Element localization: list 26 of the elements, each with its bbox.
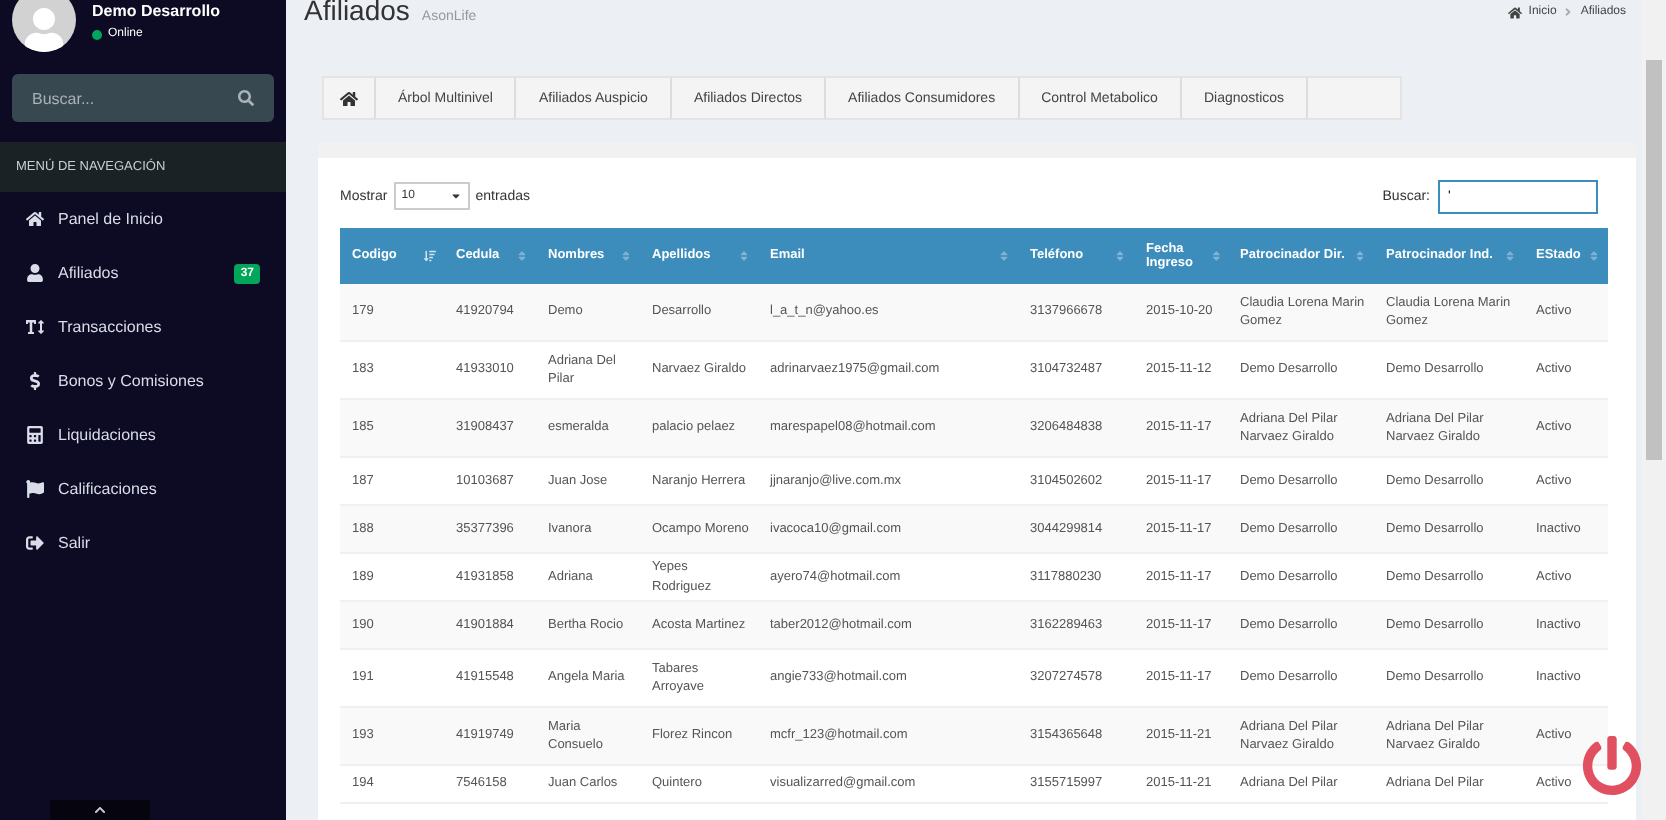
- flag-icon: [26, 480, 44, 498]
- nav-item[interactable]: Transacciones: [0, 300, 286, 354]
- search-field[interactable]: Buscar...: [12, 74, 274, 122]
- scrollbar[interactable]: [1642, 0, 1666, 820]
- home-icon: [340, 89, 358, 107]
- dollar-icon: [26, 372, 44, 390]
- page-title: Afiliados: [304, 0, 410, 26]
- home-icon: [26, 210, 44, 228]
- calc-icon: [26, 426, 44, 444]
- chevron-up-icon: [94, 804, 106, 816]
- power-button[interactable]: [1582, 736, 1646, 800]
- nav-item[interactable]: Salir: [0, 516, 286, 570]
- nav-item[interactable]: Liquidaciones: [0, 408, 286, 462]
- nav-item[interactable]: Bonos y Comisiones: [0, 354, 286, 408]
- nav-item[interactable]: Panel de Inicio: [0, 192, 286, 246]
- nav-item[interactable]: Calificaciones: [0, 462, 286, 516]
- exit-icon: [26, 534, 44, 552]
- text-icon: [26, 318, 44, 336]
- power-icon: [1582, 736, 1642, 796]
- user-name: Demo Desarrollo: [92, 2, 221, 20]
- avatar: [12, 0, 76, 52]
- user-icon: [26, 264, 44, 282]
- home-icon: [1508, 5, 1523, 19]
- search-icon: [238, 90, 254, 106]
- chevron-icon: [1562, 6, 1575, 18]
- caret-icon: [449, 190, 462, 202]
